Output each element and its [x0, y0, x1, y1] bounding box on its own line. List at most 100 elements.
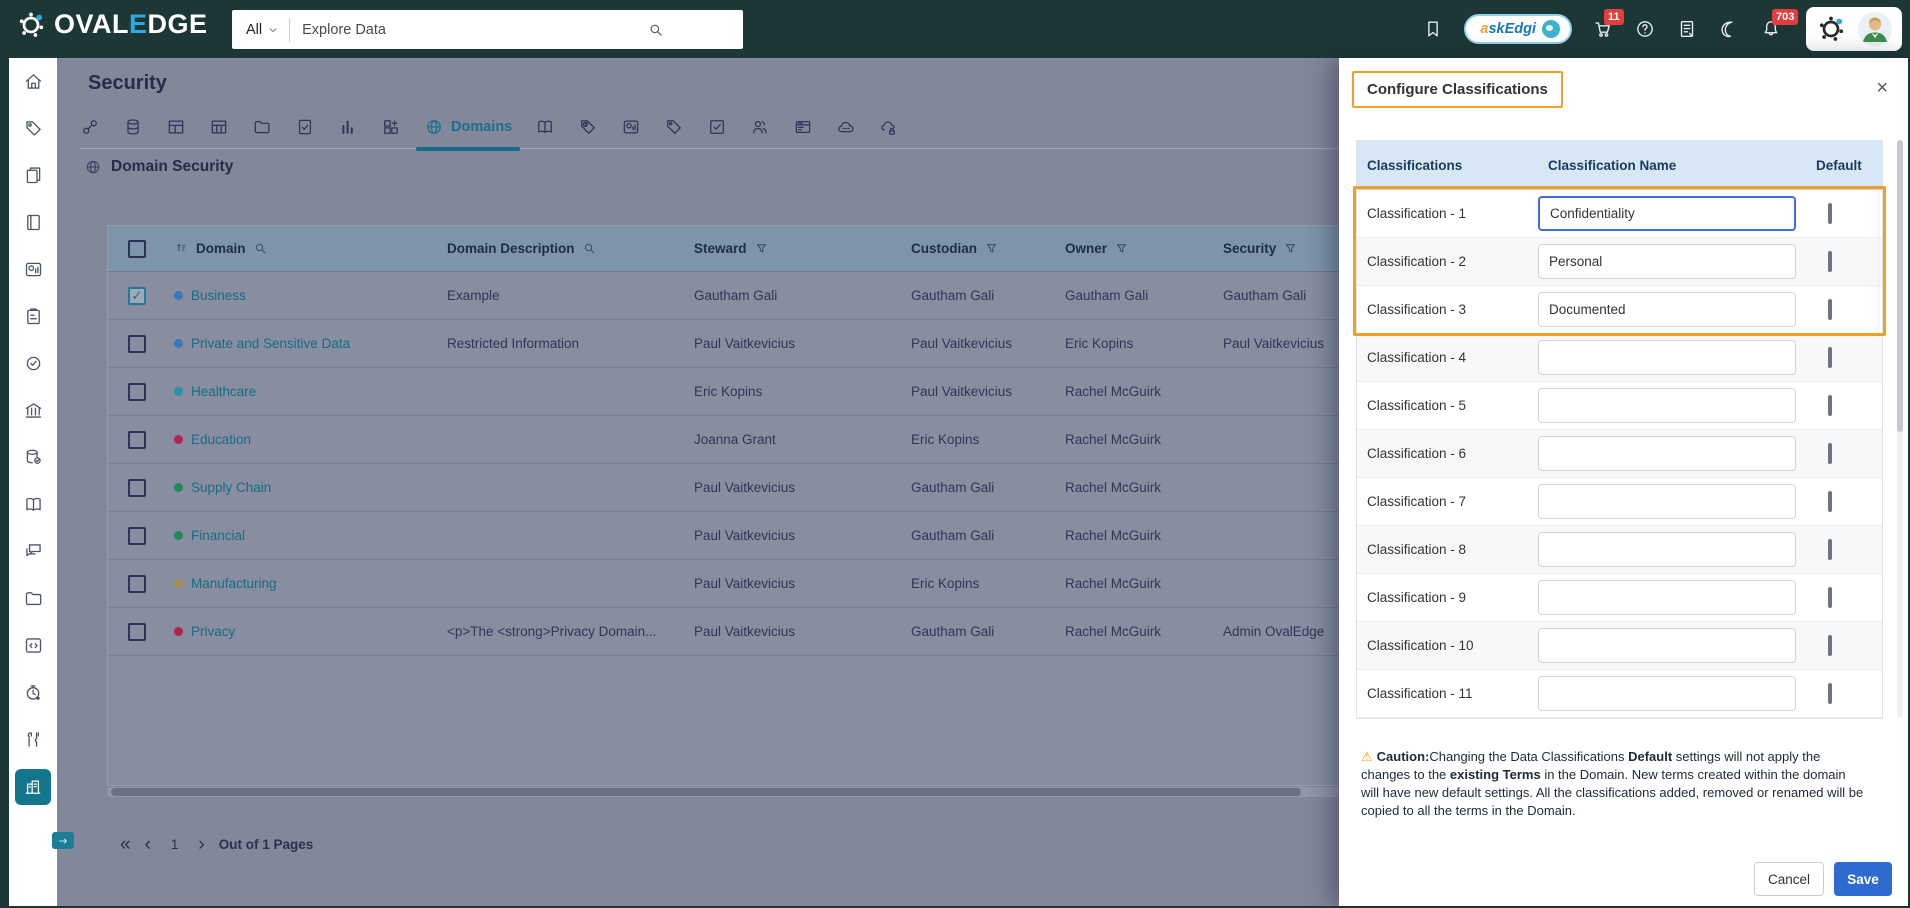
- column-header-steward[interactable]: Steward: [694, 241, 911, 256]
- filter-icon[interactable]: [984, 241, 999, 256]
- column-header-custodian[interactable]: Custodian: [911, 241, 1065, 256]
- classification-name-input[interactable]: [1538, 340, 1796, 375]
- release-notes-icon[interactable]: [1676, 18, 1698, 40]
- classification-name-input[interactable]: [1538, 292, 1796, 327]
- sidebar-item-tools[interactable]: [9, 716, 57, 763]
- sidebar-item-projects[interactable]: [9, 293, 57, 340]
- classification-name-input[interactable]: [1538, 532, 1796, 567]
- tab-tags[interactable]: [578, 105, 598, 149]
- default-checkbox[interactable]: [1828, 634, 1832, 656]
- sidebar-item-approvals[interactable]: [9, 340, 57, 387]
- horizontal-scrollbar[interactable]: [107, 787, 1347, 797]
- cart-icon[interactable]: 11: [1592, 9, 1624, 40]
- tab-labels[interactable]: [664, 105, 684, 149]
- tab-apis[interactable]: [836, 105, 856, 149]
- domain-link[interactable]: Manufacturing: [191, 576, 277, 591]
- next-page-button[interactable]: ›: [198, 835, 204, 854]
- classification-name-input[interactable]: [1538, 676, 1796, 711]
- tab-connectors[interactable]: [80, 105, 100, 149]
- row-select-checkbox[interactable]: [128, 382, 146, 401]
- sidebar-item-data-stores[interactable]: [9, 434, 57, 481]
- search-icon[interactable]: [647, 21, 665, 39]
- domain-link[interactable]: Private and Sensitive Data: [191, 336, 350, 351]
- domain-link[interactable]: Business: [191, 288, 246, 303]
- tab-domains[interactable]: Domains: [415, 105, 521, 151]
- search-scope-dropdown[interactable]: All: [232, 22, 289, 38]
- save-button[interactable]: Save: [1834, 862, 1892, 896]
- classification-name-input[interactable]: [1538, 244, 1796, 279]
- sidebar-item-security[interactable]: [9, 763, 57, 810]
- classification-name-input[interactable]: [1538, 388, 1796, 423]
- sidebar-item-query-sheets[interactable]: [9, 622, 57, 669]
- user-avatar[interactable]: [1858, 12, 1892, 46]
- tab-queries[interactable]: [295, 105, 315, 149]
- sidebar-item-glossary[interactable]: [9, 199, 57, 246]
- tab-data-models[interactable]: [381, 105, 401, 149]
- default-checkbox[interactable]: [1828, 538, 1832, 560]
- sidebar-item-data-catalog[interactable]: [9, 152, 57, 199]
- row-select-checkbox[interactable]: [128, 430, 146, 449]
- panel-scrollbar-thumb[interactable]: [1897, 140, 1903, 432]
- domain-link[interactable]: Education: [191, 432, 251, 447]
- sort-icon[interactable]: [174, 241, 189, 256]
- column-header-domain[interactable]: Domain: [174, 241, 447, 256]
- default-checkbox[interactable]: [1828, 346, 1832, 368]
- sidebar-item-tags[interactable]: [9, 105, 57, 152]
- help-icon[interactable]: [1634, 18, 1656, 40]
- ovaledge-logo[interactable]: OVALEDGE: [16, 9, 208, 40]
- first-page-button[interactable]: «: [120, 835, 131, 854]
- classification-name-input[interactable]: [1538, 436, 1796, 471]
- domain-link[interactable]: Privacy: [191, 624, 235, 639]
- ovaledge-gear-icon[interactable]: [1816, 14, 1846, 44]
- default-checkbox[interactable]: [1828, 298, 1832, 320]
- panel-scrollbar[interactable]: [1897, 140, 1903, 718]
- tab-charts[interactable]: [338, 105, 358, 149]
- tab-files[interactable]: [252, 105, 272, 149]
- tab-certifications[interactable]: [707, 105, 727, 149]
- sidebar-item-files[interactable]: [9, 575, 57, 622]
- cancel-button[interactable]: Cancel: [1754, 862, 1824, 896]
- sidebar-item-literacy[interactable]: [9, 481, 57, 528]
- sidebar-item-home[interactable]: [9, 58, 57, 105]
- default-checkbox[interactable]: [1828, 490, 1832, 512]
- row-select-checkbox[interactable]: [128, 574, 146, 593]
- classification-name-input[interactable]: [1538, 628, 1796, 663]
- default-checkbox[interactable]: [1828, 394, 1832, 416]
- scrollbar-thumb[interactable]: [111, 788, 1301, 796]
- bookmark-icon[interactable]: [1422, 18, 1444, 40]
- column-header-owner[interactable]: Owner: [1065, 241, 1223, 256]
- notifications-icon[interactable]: 703: [1760, 9, 1799, 40]
- dark-mode-icon[interactable]: [1718, 18, 1740, 40]
- row-select-checkbox[interactable]: ✓: [128, 286, 146, 305]
- domain-link[interactable]: Financial: [191, 528, 245, 543]
- tab-service-desk[interactable]: [793, 105, 813, 149]
- default-checkbox[interactable]: [1828, 202, 1832, 224]
- default-checkbox[interactable]: [1828, 586, 1832, 608]
- row-select-checkbox[interactable]: [128, 622, 146, 641]
- search-icon[interactable]: [582, 241, 597, 256]
- domain-link[interactable]: Healthcare: [191, 384, 256, 399]
- select-all-checkbox[interactable]: [128, 239, 146, 258]
- column-header-description[interactable]: Domain Description: [447, 241, 694, 256]
- row-select-checkbox[interactable]: [128, 478, 146, 497]
- sidebar-item-collaboration[interactable]: [9, 528, 57, 575]
- tab-api-security[interactable]: [879, 105, 899, 149]
- search-icon[interactable]: [253, 241, 268, 256]
- sidebar-item-reports[interactable]: [9, 246, 57, 293]
- filter-icon[interactable]: [1114, 241, 1129, 256]
- sidebar-item-governance[interactable]: [9, 387, 57, 434]
- filter-icon[interactable]: [1283, 241, 1298, 256]
- sidebar-expand-button[interactable]: [52, 832, 74, 849]
- classification-name-input[interactable]: [1538, 484, 1796, 519]
- sidebar-item-schedulers[interactable]: [9, 669, 57, 716]
- tab-columns[interactable]: [209, 105, 229, 149]
- row-select-checkbox[interactable]: [128, 334, 146, 353]
- row-select-checkbox[interactable]: [128, 526, 146, 545]
- domain-link[interactable]: Supply Chain: [191, 480, 271, 495]
- close-icon[interactable]: ×: [1876, 78, 1888, 98]
- filter-icon[interactable]: [754, 241, 769, 256]
- prev-page-button[interactable]: ‹: [145, 835, 151, 854]
- search-input[interactable]: [290, 21, 647, 38]
- tab-reports[interactable]: [621, 105, 641, 149]
- tab-databases[interactable]: [123, 105, 143, 149]
